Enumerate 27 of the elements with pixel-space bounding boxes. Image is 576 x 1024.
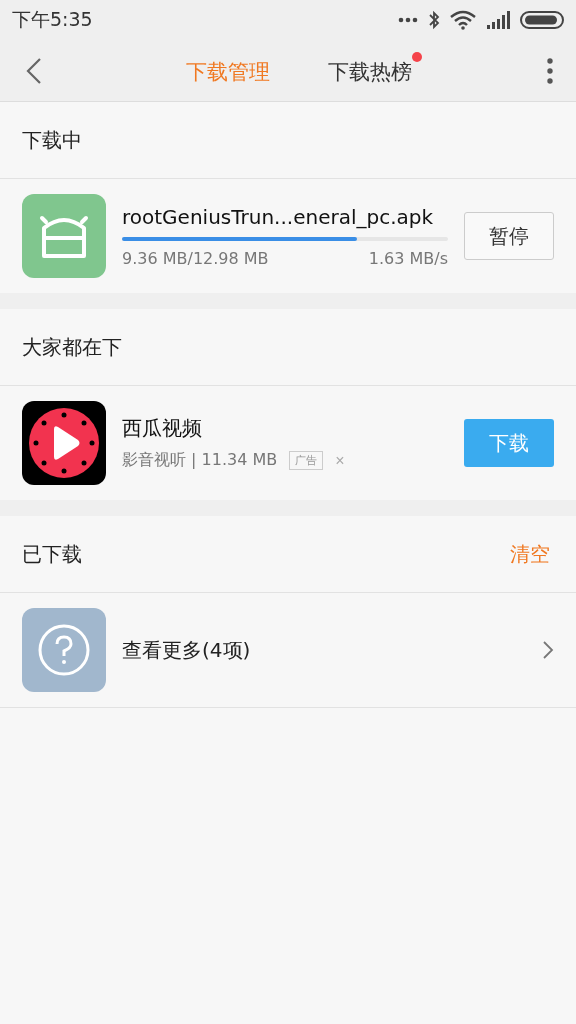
chevron-right-icon [542,640,554,660]
android-app-icon [22,194,106,278]
tab[interactable]: 下载管理 [186,51,280,90]
status-time: 下午5:35 [12,7,93,32]
pause-button[interactable]: 暂停 [464,212,554,260]
battery-icon [520,11,564,29]
signal-icon [486,11,510,29]
section-heading: 已下载 [22,540,82,568]
app-meta: 影音视听 | 11.34 MB [122,450,278,471]
view-more-link[interactable]: 查看更多(4项) [122,636,526,664]
overflow-menu-icon[interactable] [546,57,554,84]
wifi-icon [450,10,476,30]
dismiss-ad-button[interactable]: × [335,451,345,470]
ad-label: 广告 [289,451,324,470]
section-heading: 下载中 [22,126,82,154]
back-icon[interactable] [26,56,42,85]
download-speed: 1.63 MB/s [368,248,448,268]
more-dots-icon [398,17,418,23]
download-button[interactable]: 下载 [464,419,554,467]
file-name: rootGeniusTrun...eneral_pc.apk [122,204,435,229]
question-mark-icon [22,608,106,692]
tab[interactable]: 下载热榜 [328,51,422,90]
bluetooth-icon [428,10,440,30]
watermelon-play-icon [22,401,106,485]
app-name: 西瓜视频 [122,415,203,442]
section-heading: 大家都在下 [22,333,122,361]
clear-button[interactable]: 清空 [510,540,550,568]
